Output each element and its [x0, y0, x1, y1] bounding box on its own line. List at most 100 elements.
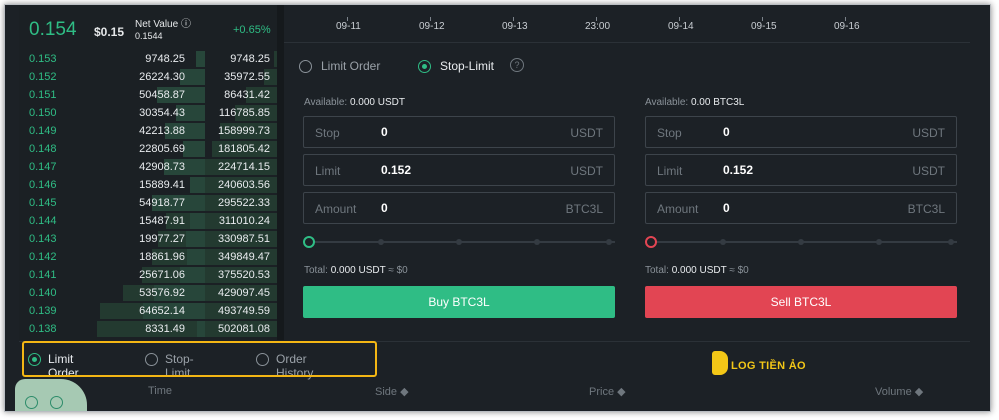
- amount-bar: [190, 177, 205, 193]
- order-book-price: 0.148: [29, 143, 57, 155]
- order-book-row[interactable]: 0.143 19977.27 330987.51: [19, 231, 277, 247]
- order-book-price: 0.142: [29, 251, 57, 263]
- order-book-total: 181805.42: [218, 143, 270, 155]
- sell-amount-field[interactable]: Amount 0 BTC3L: [645, 192, 957, 224]
- order-form: Limit Order Stop-Limit ? Available: 0.00…: [284, 42, 970, 341]
- chat-icon: [25, 396, 38, 409]
- order-book-amount: 42213.88: [139, 125, 185, 137]
- buy-stop-field[interactable]: Stop 0 USDT: [303, 116, 615, 148]
- sell-total: Total: 0.000 USDT ≈ $0: [645, 265, 749, 276]
- order-book-total: 502081.08: [218, 323, 270, 335]
- timeline-label: 09-11: [336, 21, 361, 32]
- sell-stop-field[interactable]: Stop 0 USDT: [645, 116, 957, 148]
- buy-slider-knob[interactable]: [303, 236, 315, 248]
- col-price[interactable]: Price ◆: [589, 385, 626, 398]
- order-book-row[interactable]: 0.150 30354.43 116785.85: [19, 105, 277, 121]
- limit-order-label[interactable]: Limit Order: [321, 59, 380, 73]
- order-book-row[interactable]: 0.141 25671.06 375520.53: [19, 267, 277, 283]
- order-book-total: 295522.33: [218, 197, 270, 209]
- buy-total: Total: 0.000 USDT ≈ $0: [304, 265, 408, 276]
- order-book-total: 9748.25: [230, 53, 270, 65]
- order-book-price: 0.151: [29, 89, 57, 101]
- order-book-row[interactable]: 0.140 53576.92 429097.45: [19, 285, 277, 301]
- order-book-price: 0.146: [29, 179, 57, 191]
- limit-order-radio[interactable]: [299, 60, 312, 73]
- last-price: 0.154: [29, 19, 77, 40]
- order-book-total: 330987.51: [218, 233, 270, 245]
- order-book-price: 0.152: [29, 71, 57, 83]
- col-volume[interactable]: Volume ◆: [875, 385, 923, 398]
- chat-widget[interactable]: [15, 379, 87, 411]
- order-book-row[interactable]: 0.147 42908.73 224714.15: [19, 159, 277, 175]
- timeline-label: 09-13: [502, 21, 528, 32]
- order-book-amount: 30354.43: [139, 107, 185, 119]
- col-side[interactable]: Side ◆: [375, 385, 409, 398]
- order-book-price: 0.138: [29, 323, 57, 335]
- order-book-row[interactable]: 0.144 15487.91 311010.24: [19, 213, 277, 229]
- order-book-row[interactable]: 0.145 54918.77 295522.33: [19, 195, 277, 211]
- order-book-price: 0.153: [29, 53, 57, 65]
- order-book-total: 224714.15: [218, 161, 270, 173]
- order-book-price: 0.143: [29, 233, 57, 245]
- order-book-amount: 15889.41: [139, 179, 185, 191]
- order-book-price: 0.139: [29, 305, 57, 317]
- amount-bar: [183, 141, 205, 157]
- order-book-amount: 53576.92: [139, 287, 185, 299]
- buy-limit-field[interactable]: Limit 0.152 USDT: [303, 154, 615, 186]
- order-book-total: 35972.55: [224, 71, 270, 83]
- buy-amount-field[interactable]: Amount 0 BTC3L: [303, 192, 615, 224]
- order-book-total: 429097.45: [218, 287, 270, 299]
- order-book-amount: 9748.25: [145, 53, 185, 65]
- order-book-price: 0.150: [29, 107, 57, 119]
- last-price-usd: $0.15: [94, 25, 125, 39]
- sell-amount-slider[interactable]: [645, 236, 957, 248]
- order-book-row[interactable]: 0.139 64652.14 493749.59: [19, 303, 277, 319]
- order-book-amount: 18861.96: [139, 251, 185, 263]
- amount-bar: [186, 231, 205, 247]
- order-book-amount: 54918.77: [139, 197, 185, 209]
- buy-button[interactable]: Buy BTC3L: [303, 286, 615, 318]
- order-book-row[interactable]: 0.138 8331.49 502081.08: [19, 321, 277, 337]
- sell-button[interactable]: Sell BTC3L: [645, 286, 957, 318]
- order-book-row[interactable]: 0.142 18861.96 349849.47: [19, 249, 277, 265]
- order-book-amount: 8331.49: [145, 323, 185, 335]
- order-book-price: 0.140: [29, 287, 57, 299]
- order-book-price: 0.145: [29, 197, 57, 209]
- order-book-amount: 64652.14: [139, 305, 185, 317]
- price-change: +0.65%: [233, 24, 271, 36]
- order-book-price: 0.141: [29, 269, 57, 281]
- buy-amount-slider[interactable]: [303, 236, 615, 248]
- net-value: 0.1544: [135, 31, 163, 41]
- order-book-total: 116785.85: [218, 107, 270, 119]
- col-time[interactable]: Time: [148, 385, 172, 397]
- sell-limit-field[interactable]: Limit 0.152 USDT: [645, 154, 957, 186]
- amount-bar: [190, 213, 205, 229]
- sell-available: Available: 0.00 BTC3L: [645, 97, 745, 108]
- question-circle-icon[interactable]: ?: [510, 58, 524, 72]
- sell-slider-knob[interactable]: [645, 236, 657, 248]
- stop-limit-radio[interactable]: [418, 60, 431, 73]
- timeline-label: 09-12: [419, 21, 445, 32]
- highlight-box: [22, 341, 377, 377]
- order-book-row[interactable]: 0.153 9748.25 9748.25: [19, 51, 277, 67]
- order-book-amount: 15487.91: [139, 215, 185, 227]
- order-book-total: 311010.24: [218, 215, 270, 227]
- order-book-row[interactable]: 0.148 22805.69 181805.42: [19, 141, 277, 157]
- order-book-row[interactable]: 0.152 26224.30 35972.55: [19, 69, 277, 85]
- order-book-amount: 25671.06: [139, 269, 185, 281]
- order-book-amount: 50458.87: [139, 89, 185, 101]
- timeline-label: 23:00: [585, 21, 611, 32]
- stop-limit-label[interactable]: Stop-Limit: [440, 59, 494, 73]
- order-book-row[interactable]: 0.149 42213.88 158999.73: [19, 123, 277, 139]
- amount-bar: [187, 249, 205, 265]
- order-book-header: 0.154 $0.15 Net Value ⓘ 0.1544 +0.65%: [19, 5, 277, 49]
- amount-bar: [197, 321, 205, 337]
- order-book-total: 240603.56: [218, 179, 270, 191]
- order-book-price: 0.144: [29, 215, 57, 227]
- order-book-amount: 19977.27: [139, 233, 185, 245]
- order-book-row[interactable]: 0.151 50458.87 86431.42: [19, 87, 277, 103]
- order-book-row[interactable]: 0.146 15889.41 240603.56: [19, 177, 277, 193]
- order-book-price: 0.149: [29, 125, 57, 137]
- order-book-amount: 22805.69: [139, 143, 185, 155]
- timeline-label: 09-14: [668, 21, 694, 32]
